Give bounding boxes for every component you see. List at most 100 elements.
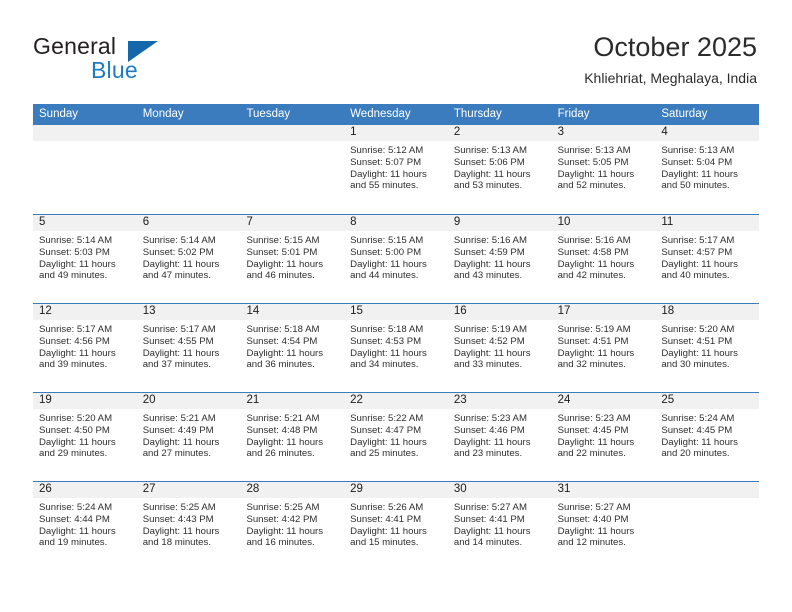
daylight-text-line2: and 46 minutes. bbox=[246, 270, 315, 282]
daylight-text-line2: and 19 minutes. bbox=[39, 537, 108, 549]
day-number: 7 bbox=[240, 215, 345, 231]
daylight-text-line1: Daylight: 11 hours bbox=[246, 258, 324, 270]
day-cell[interactable]: 4 Sunrise: 5:13 AM Sunset: 5:04 PM Dayli… bbox=[655, 125, 760, 214]
daylight-text-line2: and 16 minutes. bbox=[246, 537, 315, 549]
day-number: 5 bbox=[33, 215, 137, 231]
day-cell[interactable]: 6 Sunrise: 5:14 AM Sunset: 5:02 PM Dayli… bbox=[136, 215, 241, 303]
day-detail: Sunrise: 5:24 AM Sunset: 4:45 PM Dayligh… bbox=[655, 409, 759, 460]
day-cell[interactable]: 20 Sunrise: 5:21 AM Sunset: 4:49 PM Dayl… bbox=[136, 393, 241, 481]
day-cell[interactable]: 3 Sunrise: 5:13 AM Sunset: 5:05 PM Dayli… bbox=[551, 125, 656, 214]
day-detail: Sunrise: 5:15 AM Sunset: 5:01 PM Dayligh… bbox=[240, 231, 344, 282]
sunset-text: Sunset: 4:52 PM bbox=[453, 335, 525, 347]
day-detail bbox=[655, 498, 759, 502]
day-number: 27 bbox=[136, 482, 241, 498]
daylight-text-line1: Daylight: 11 hours bbox=[142, 347, 220, 359]
daylight-text-line1: Daylight: 11 hours bbox=[350, 525, 427, 537]
day-cell[interactable]: 26 Sunrise: 5:24 AM Sunset: 4:44 PM Dayl… bbox=[33, 482, 137, 570]
sunset-text: Sunset: 5:00 PM bbox=[350, 246, 422, 258]
day-number: 9 bbox=[447, 215, 552, 231]
sunrise-text: Sunrise: 5:17 AM bbox=[661, 235, 735, 246]
day-detail: Sunrise: 5:25 AM Sunset: 4:43 PM Dayligh… bbox=[137, 498, 241, 549]
weekday-header-saturday: Saturday bbox=[661, 108, 708, 120]
day-number: 11 bbox=[655, 215, 760, 231]
daylight-text-line2: and 37 minutes. bbox=[142, 359, 211, 371]
sunset-text: Sunset: 4:41 PM bbox=[453, 513, 525, 525]
calendar-page: General Blue October 2025 Khliehriat, Me… bbox=[0, 0, 792, 612]
day-cell[interactable]: 5 Sunrise: 5:14 AM Sunset: 5:03 PM Dayli… bbox=[33, 215, 137, 303]
sunset-text: Sunset: 4:45 PM bbox=[557, 424, 629, 436]
day-cell[interactable]: 9 Sunrise: 5:16 AM Sunset: 4:59 PM Dayli… bbox=[447, 215, 552, 303]
daylight-text-line2: and 25 minutes. bbox=[350, 448, 419, 460]
day-cell[interactable]: 22 Sunrise: 5:22 AM Sunset: 4:47 PM Dayl… bbox=[344, 393, 448, 481]
day-number: 23 bbox=[447, 393, 552, 409]
day-number: 28 bbox=[240, 482, 345, 498]
sunrise-text: Sunrise: 5:13 AM bbox=[453, 145, 527, 156]
daylight-text-line1: Daylight: 11 hours bbox=[661, 168, 738, 180]
day-cell[interactable]: 2 Sunrise: 5:13 AM Sunset: 5:06 PM Dayli… bbox=[447, 125, 552, 214]
day-cell[interactable]: 28 Sunrise: 5:25 AM Sunset: 4:42 PM Dayl… bbox=[240, 482, 345, 570]
weekday-header-tuesday: Tuesday bbox=[246, 108, 291, 120]
day-cell[interactable]: 14 Sunrise: 5:18 AM Sunset: 4:54 PM Dayl… bbox=[240, 304, 345, 392]
day-cell[interactable]: 15 Sunrise: 5:18 AM Sunset: 4:53 PM Dayl… bbox=[344, 304, 448, 392]
daylight-text-line1: Daylight: 11 hours bbox=[661, 258, 738, 270]
day-cell[interactable]: 24 Sunrise: 5:23 AM Sunset: 4:45 PM Dayl… bbox=[551, 393, 656, 481]
day-number bbox=[655, 482, 760, 498]
general-blue-logo[interactable]: General Blue bbox=[33, 33, 273, 89]
day-number: 4 bbox=[655, 125, 760, 141]
day-number: 8 bbox=[344, 215, 448, 231]
day-cell[interactable] bbox=[33, 125, 137, 214]
sunset-text: Sunset: 4:41 PM bbox=[350, 513, 422, 525]
sunset-text: Sunset: 4:47 PM bbox=[350, 424, 422, 436]
sunrise-text: Sunrise: 5:12 AM bbox=[350, 145, 424, 156]
day-number bbox=[240, 125, 345, 141]
day-cell[interactable]: 30 Sunrise: 5:27 AM Sunset: 4:41 PM Dayl… bbox=[447, 482, 552, 570]
day-cell[interactable]: 21 Sunrise: 5:21 AM Sunset: 4:48 PM Dayl… bbox=[240, 393, 345, 481]
daylight-text-line2: and 20 minutes. bbox=[661, 448, 730, 460]
day-detail: Sunrise: 5:17 AM Sunset: 4:56 PM Dayligh… bbox=[33, 320, 137, 371]
day-detail: Sunrise: 5:13 AM Sunset: 5:06 PM Dayligh… bbox=[448, 141, 552, 192]
day-cell[interactable]: 31 Sunrise: 5:27 AM Sunset: 4:40 PM Dayl… bbox=[551, 482, 656, 570]
day-cell[interactable]: 25 Sunrise: 5:24 AM Sunset: 4:45 PM Dayl… bbox=[655, 393, 760, 481]
daylight-text-line1: Daylight: 11 hours bbox=[557, 347, 635, 359]
day-number: 31 bbox=[551, 482, 656, 498]
daylight-text-line2: and 32 minutes. bbox=[557, 359, 626, 371]
sunset-text: Sunset: 5:07 PM bbox=[350, 156, 422, 168]
day-detail: Sunrise: 5:16 AM Sunset: 4:59 PM Dayligh… bbox=[448, 231, 552, 282]
day-number: 22 bbox=[344, 393, 448, 409]
sunrise-text: Sunrise: 5:16 AM bbox=[453, 235, 527, 246]
daylight-text-line2: and 27 minutes. bbox=[142, 448, 211, 460]
week-row: 19 Sunrise: 5:20 AM Sunset: 4:50 PM Dayl… bbox=[33, 392, 760, 481]
day-cell[interactable] bbox=[240, 125, 345, 214]
day-cell[interactable]: 19 Sunrise: 5:20 AM Sunset: 4:50 PM Dayl… bbox=[33, 393, 137, 481]
day-cell[interactable]: 8 Sunrise: 5:15 AM Sunset: 5:00 PM Dayli… bbox=[344, 215, 448, 303]
weekday-header-monday: Monday bbox=[142, 108, 184, 120]
sunrise-text: Sunrise: 5:15 AM bbox=[350, 235, 424, 246]
day-cell[interactable]: 18 Sunrise: 5:20 AM Sunset: 4:51 PM Dayl… bbox=[655, 304, 760, 392]
day-cell[interactable] bbox=[136, 125, 241, 214]
day-cell[interactable]: 16 Sunrise: 5:19 AM Sunset: 4:52 PM Dayl… bbox=[447, 304, 552, 392]
sunset-text: Sunset: 4:51 PM bbox=[661, 335, 733, 347]
day-detail bbox=[240, 141, 344, 145]
day-cell[interactable]: 7 Sunrise: 5:15 AM Sunset: 5:01 PM Dayli… bbox=[240, 215, 345, 303]
daylight-text-line2: and 23 minutes. bbox=[453, 448, 523, 460]
daylight-text-line1: Daylight: 11 hours bbox=[453, 258, 531, 270]
day-cell[interactable]: 23 Sunrise: 5:23 AM Sunset: 4:46 PM Dayl… bbox=[447, 393, 552, 481]
day-cell[interactable]: 17 Sunrise: 5:19 AM Sunset: 4:51 PM Dayl… bbox=[551, 304, 656, 392]
day-cell[interactable]: 1 Sunrise: 5:12 AM Sunset: 5:07 PM Dayli… bbox=[344, 125, 448, 214]
day-cell[interactable] bbox=[655, 482, 760, 570]
day-cell[interactable]: 29 Sunrise: 5:26 AM Sunset: 4:41 PM Dayl… bbox=[344, 482, 448, 570]
sunset-text: Sunset: 4:48 PM bbox=[246, 424, 318, 436]
day-detail: Sunrise: 5:27 AM Sunset: 4:40 PM Dayligh… bbox=[552, 498, 656, 549]
daylight-text-line1: Daylight: 11 hours bbox=[557, 168, 635, 180]
sunset-text: Sunset: 4:44 PM bbox=[39, 513, 110, 525]
sunrise-text: Sunrise: 5:18 AM bbox=[350, 324, 424, 335]
sunrise-text: Sunrise: 5:22 AM bbox=[350, 413, 424, 424]
day-cell[interactable]: 11 Sunrise: 5:17 AM Sunset: 4:57 PM Dayl… bbox=[655, 215, 760, 303]
daylight-text-line1: Daylight: 11 hours bbox=[557, 436, 635, 448]
day-cell[interactable]: 12 Sunrise: 5:17 AM Sunset: 4:56 PM Dayl… bbox=[33, 304, 137, 392]
day-number: 16 bbox=[447, 304, 552, 320]
day-cell[interactable]: 13 Sunrise: 5:17 AM Sunset: 4:55 PM Dayl… bbox=[136, 304, 241, 392]
day-cell[interactable]: 27 Sunrise: 5:25 AM Sunset: 4:43 PM Dayl… bbox=[136, 482, 241, 570]
day-detail: Sunrise: 5:26 AM Sunset: 4:41 PM Dayligh… bbox=[344, 498, 448, 549]
day-cell[interactable]: 10 Sunrise: 5:16 AM Sunset: 4:58 PM Dayl… bbox=[551, 215, 656, 303]
